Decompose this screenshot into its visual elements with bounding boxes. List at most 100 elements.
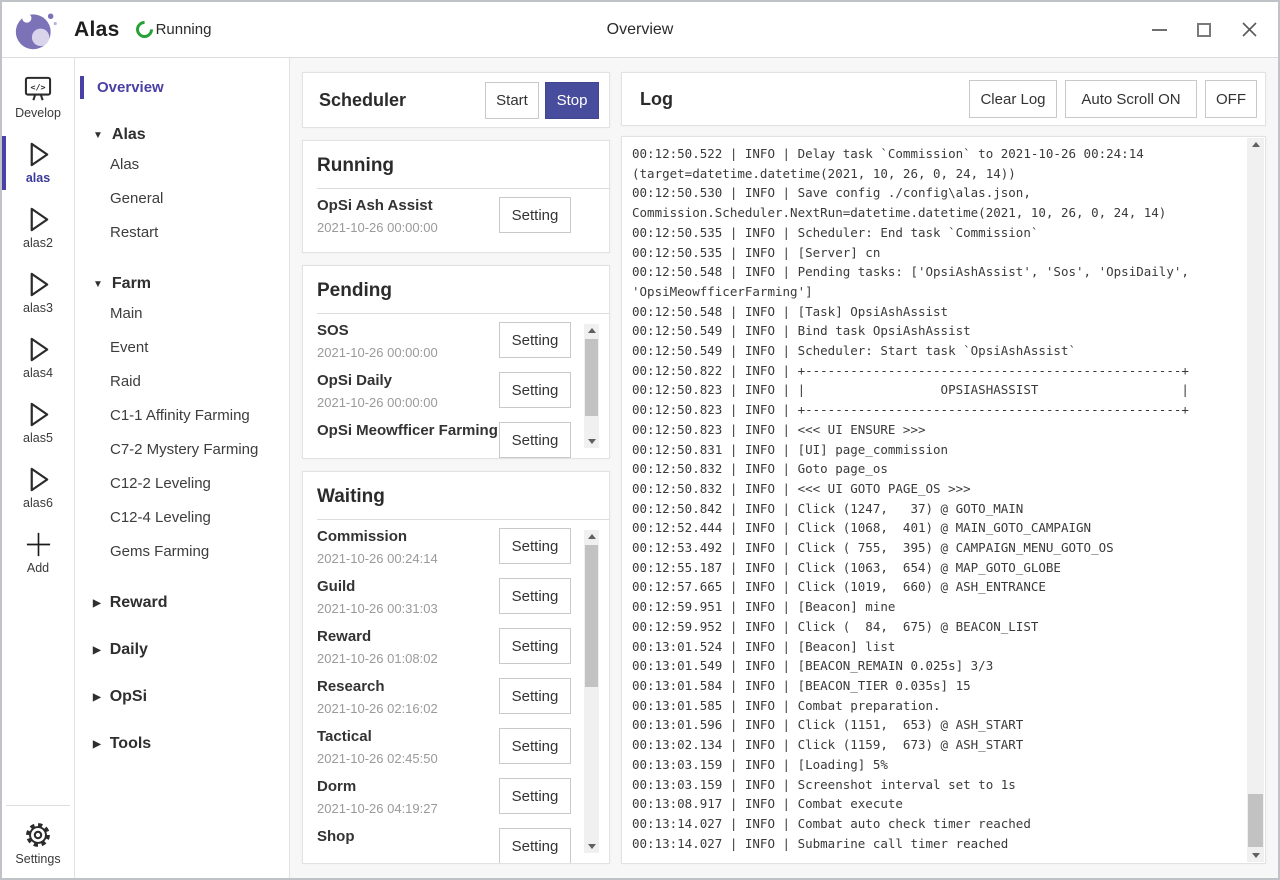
task-time: 2021-10-26 00:00:00 (317, 220, 438, 235)
setting-button[interactable]: Setting (499, 678, 571, 714)
pending-scrollbar[interactable] (584, 324, 599, 448)
rail-item-label: alas4 (23, 366, 53, 380)
log-line: 00:12:53.492 | INFO | Click ( 755, 395) … (632, 538, 1239, 558)
setting-button[interactable]: Setting (499, 422, 571, 458)
log-line: 00:12:50.832 | INFO | Goto page_os (632, 459, 1239, 479)
setting-button[interactable]: Setting (499, 197, 571, 233)
waiting-title: Waiting (317, 482, 595, 519)
rail-item-add[interactable]: Add (2, 525, 74, 581)
scrollbar-thumb[interactable] (1248, 794, 1263, 847)
scheduler-buttons: Start Stop (485, 82, 599, 119)
play-icon (24, 335, 53, 363)
nav-item-restart[interactable]: Restart (75, 216, 289, 250)
setting-button[interactable]: Setting (499, 322, 571, 358)
log-output: 00:12:50.522 | INFO | Delay task `Commis… (632, 144, 1239, 853)
log-line: 00:13:14.027 | INFO | Submarine call tim… (632, 834, 1239, 854)
caret-right-icon: ▶ (93, 739, 101, 750)
nav-section-label: Tools (110, 735, 151, 753)
task-time: 2021-10-26 00:24:14 (317, 551, 438, 566)
setting-button[interactable]: Setting (499, 828, 571, 864)
nav-item-general[interactable]: General (75, 182, 289, 216)
log-line: 00:12:50.831 | INFO | [UI] page_commissi… (632, 440, 1239, 460)
running-task-list: OpSi Ash Assist 2021-10-26 00:00:00 Settin… (317, 189, 595, 239)
setting-button[interactable]: Setting (499, 578, 571, 614)
clear-log-button[interactable]: Clear Log (969, 80, 1057, 118)
scrollbar-thumb[interactable] (585, 339, 598, 416)
task-name: OpSi Ash Assist (317, 197, 438, 215)
log-line: 00:12:50.548 | INFO | [Task] OpsiAshAssi… (632, 302, 1239, 322)
stop-button[interactable]: Stop (545, 82, 599, 119)
nav-item-c12-2-leveling[interactable]: C12-2 Leveling (75, 467, 289, 501)
rail-item-develop[interactable]: </>Develop (2, 70, 74, 126)
auto-scroll-button[interactable]: Auto Scroll ON (1065, 80, 1197, 118)
rail-item-label: alas3 (23, 301, 53, 315)
minimize-icon[interactable] (1150, 21, 1168, 39)
nav-section-tools[interactable]: ▶ Tools (75, 731, 289, 757)
nav-item-overview[interactable]: Overview (75, 74, 289, 101)
nav-item-c1-1-affinity-farming[interactable]: C1-1 Affinity Farming (75, 399, 289, 433)
log-line: 00:13:14.027 | INFO | Combat auto check … (632, 814, 1239, 834)
rail-items: </>Develop alas alas2 alas3 alas4 alas5 alas6 A… (2, 70, 74, 590)
pending-task-list: SOS2021-10-26 00:00:00SettingOpSi Daily2… (317, 314, 595, 459)
code-monitor-icon: </> (22, 75, 54, 103)
nav-section-alas[interactable]: ▼Alas (75, 122, 289, 148)
setting-button[interactable]: Setting (499, 778, 571, 814)
nav-section-farm[interactable]: ▼Farm (75, 271, 289, 297)
log-line: 00:12:57.665 | INFO | Click (1019, 660) … (632, 577, 1239, 597)
pending-card: Pending SOS2021-10-26 00:00:00SettingOpS… (302, 265, 610, 459)
nav-item-event[interactable]: Event (75, 331, 289, 365)
task-row-commission: Commission2021-10-26 00:24:14 Setting (317, 520, 571, 570)
titlebar: Alas Running Overview (2, 2, 1278, 58)
alas-logo-icon (14, 8, 58, 52)
setting-button[interactable]: Setting (499, 528, 571, 564)
start-button[interactable]: Start (485, 82, 539, 119)
close-icon[interactable] (1240, 21, 1258, 39)
scrollbar-thumb[interactable] (585, 545, 598, 687)
rail-item-alas2[interactable]: alas2 (2, 200, 74, 256)
rail-item-alas5[interactable]: alas5 (2, 395, 74, 451)
rail-item-alas6[interactable]: alas6 (2, 460, 74, 516)
nav-section-daily[interactable]: ▶Daily (75, 637, 289, 663)
scroll-up-icon[interactable] (584, 530, 599, 543)
maximize-icon[interactable] (1195, 21, 1213, 39)
setting-button[interactable]: Setting (499, 628, 571, 664)
rail-item-label: Add (27, 561, 49, 575)
task-info: SOS2021-10-26 00:00:00 (317, 322, 438, 360)
log-body-card: 00:12:50.522 | INFO | Delay task `Commis… (621, 136, 1266, 864)
rail-item-label: Settings (15, 852, 60, 866)
rail-item-alas4[interactable]: alas4 (2, 330, 74, 386)
task-name: Shop (317, 828, 355, 846)
rail-item-alas3[interactable]: alas3 (2, 265, 74, 321)
rail-item-alas[interactable]: alas (2, 135, 74, 191)
nav-item-alas[interactable]: Alas (75, 148, 289, 182)
nav-item-raid[interactable]: Raid (75, 365, 289, 399)
waiting-scrollbar[interactable] (584, 530, 599, 853)
running-card: Running OpSi Ash Assist2021-10-26 00:00:… (302, 140, 610, 253)
nav-section-reward[interactable]: ▶Reward (75, 590, 289, 616)
task-info: Tactical2021-10-26 02:45:50 (317, 728, 438, 766)
nav-item-gems-farming[interactable]: Gems Farming (75, 535, 289, 569)
log-line: 00:12:50.823 | INFO | <<< UI ENSURE >>> (632, 420, 1239, 440)
nav-item-c12-4-leveling[interactable]: C12-4 Leveling (75, 501, 289, 535)
log-line: 00:13:01.549 | INFO | [BEACON_REMAIN 0.0… (632, 656, 1239, 676)
task-name: Guild (317, 578, 438, 596)
scroll-down-icon[interactable] (584, 840, 599, 853)
scroll-up-icon[interactable] (1247, 138, 1264, 151)
scroll-down-icon[interactable] (1247, 849, 1264, 862)
log-line: 00:12:50.535 | INFO | Scheduler: End tas… (632, 223, 1239, 243)
rail-item-settings[interactable]: Settings (2, 816, 74, 872)
setting-button[interactable]: Setting (499, 728, 571, 764)
nav-sections: ▼AlasAlasGeneralRestart ▼FarmMainEventRai… (75, 122, 289, 757)
scroll-up-icon[interactable] (584, 324, 599, 337)
scroll-down-icon[interactable] (584, 435, 599, 448)
task-info: Commission2021-10-26 00:24:14 (317, 528, 438, 566)
play-icon (24, 140, 53, 168)
setting-button[interactable]: Setting (499, 372, 571, 408)
log-buttons: Clear Log Auto Scroll ON OFF (969, 80, 1257, 118)
task-time: 2021-10-26 00:00:00 (317, 395, 438, 410)
log-scrollbar[interactable] (1247, 138, 1264, 862)
nav-item-main[interactable]: Main (75, 297, 289, 331)
auto-scroll-off-button[interactable]: OFF (1205, 80, 1257, 118)
nav-item-c7-2-mystery-farming[interactable]: C7-2 Mystery Farming (75, 433, 289, 467)
nav-section-opsi[interactable]: ▶OpSi (75, 684, 289, 710)
